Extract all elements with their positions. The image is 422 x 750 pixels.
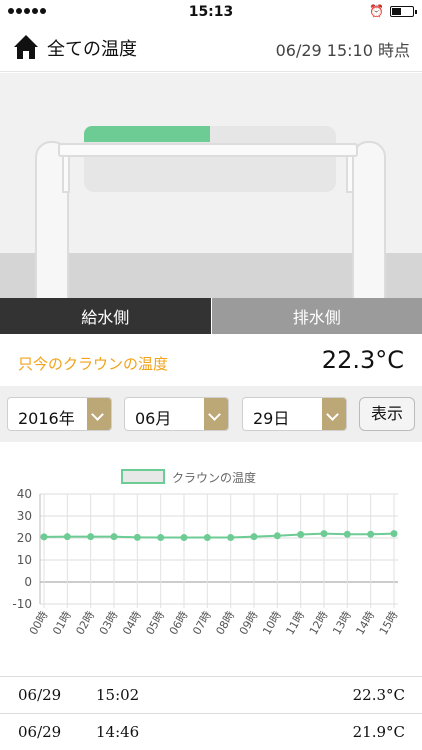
x-tick-label: 07時: [190, 609, 214, 637]
crossbar: [58, 143, 358, 157]
crown-temperature-fill: [84, 126, 210, 142]
month-select[interactable]: 06月: [124, 397, 229, 431]
year-select[interactable]: 2016年: [7, 397, 112, 431]
current-temperature: 只今のクラウンの温度 22.3°C: [0, 335, 422, 385]
data-point: [180, 534, 188, 542]
data-point: [157, 534, 165, 542]
current-temperature-value: 22.3°C: [321, 346, 404, 374]
data-point: [343, 530, 351, 538]
temperature-chart: クラウンの温度 40 30 20 10 0 -10 00時 01時 02時 03時 04時 05時 06時…: [0, 462, 422, 657]
list-item: 06/29 14:46 21.9°C: [0, 713, 422, 750]
crown-shape: [84, 126, 336, 192]
data-point: [320, 530, 328, 538]
x-tick-label: 09時: [237, 609, 261, 637]
reading-time: 14:46: [96, 723, 140, 741]
data-point: [63, 533, 71, 541]
x-tick-label: 00時: [27, 609, 51, 637]
x-tick-label: 10時: [260, 609, 284, 637]
home-icon[interactable]: [12, 33, 40, 61]
day-value: 29日: [253, 409, 290, 428]
x-tick-label: 08時: [214, 609, 238, 637]
updated-timestamp: 06/29 15:10 時点: [275, 41, 410, 60]
reading-time: 15:02: [96, 686, 140, 704]
current-temperature-label: 只今のクラウンの温度: [18, 355, 169, 373]
temperature-line-chart: クラウンの温度 40 30 20 10 0 -1000時 01時 02時 03時 04時 05時 06時…: [12, 469, 401, 637]
data-point: [87, 533, 95, 541]
month-value: 06月: [135, 409, 172, 428]
x-tick-label: 11時: [284, 609, 308, 637]
reading-list: 06/29 15:02 22.3°C 06/29 14:46 21.9°C: [0, 676, 422, 750]
side-tabs: 給水側 排水側: [0, 298, 422, 334]
x-tick-label: 14時: [354, 609, 378, 637]
right-post: [352, 141, 386, 298]
show-button[interactable]: 表示: [359, 397, 415, 431]
list-item: 06/29 15:02 22.3°C: [0, 676, 422, 713]
chevron-down-icon[interactable]: [87, 398, 111, 430]
chevron-down-icon[interactable]: [204, 398, 228, 430]
y-tick-label: 10: [17, 553, 32, 567]
data-point: [297, 530, 305, 538]
page-title: 全ての温度: [47, 39, 137, 60]
data-point: [390, 530, 398, 538]
x-tick-label: 04時: [120, 609, 144, 637]
alarm-icon: ⏰: [369, 4, 384, 18]
crown-illustration: [0, 73, 422, 298]
y-tick-label: 30: [17, 509, 32, 523]
data-point: [40, 533, 48, 541]
x-tick-label: 12時: [307, 609, 331, 637]
y-tick-label: 0: [24, 575, 32, 589]
x-tick-label: 06時: [167, 609, 191, 637]
data-point: [367, 530, 375, 538]
reading-value: 22.3°C: [352, 686, 405, 704]
legend-swatch: [121, 469, 165, 484]
reading-date: 06/29: [18, 723, 62, 741]
x-tick-label: 02時: [74, 609, 98, 637]
x-tick-label: 05時: [144, 609, 168, 637]
y-tick-label: -10: [12, 597, 32, 611]
data-point: [203, 534, 211, 542]
y-tick-label: 20: [17, 531, 32, 545]
data-point: [273, 532, 281, 540]
date-selector-row: 2016年 06月 29日 表示: [0, 386, 422, 442]
nav-bar: 全ての温度 06/29 15:10 時点: [0, 24, 422, 72]
x-tick-label: 13時: [330, 609, 354, 637]
x-tick-label: 01時: [50, 609, 74, 637]
x-tick-label: 15時: [377, 609, 401, 637]
data-point: [250, 533, 258, 541]
data-point: [110, 533, 118, 541]
y-tick-label: 40: [17, 487, 32, 501]
legend-label: クラウンの温度: [172, 470, 256, 485]
data-point: [227, 534, 235, 542]
reading-date: 06/29: [18, 686, 62, 704]
year-value: 2016年: [18, 409, 75, 428]
battery-icon: [390, 6, 417, 17]
status-bar: 15:13 ⏰: [0, 0, 422, 24]
tab-drain-side[interactable]: 排水側: [210, 298, 422, 334]
reading-value: 21.9°C: [352, 723, 405, 741]
status-time: 15:13: [188, 4, 234, 20]
x-tick-label: 03時: [97, 609, 121, 637]
tab-supply-side[interactable]: 給水側: [0, 298, 211, 334]
data-point: [133, 533, 141, 541]
day-select[interactable]: 29日: [242, 397, 347, 431]
chevron-down-icon[interactable]: [322, 398, 346, 430]
series-line: [43, 532, 395, 539]
